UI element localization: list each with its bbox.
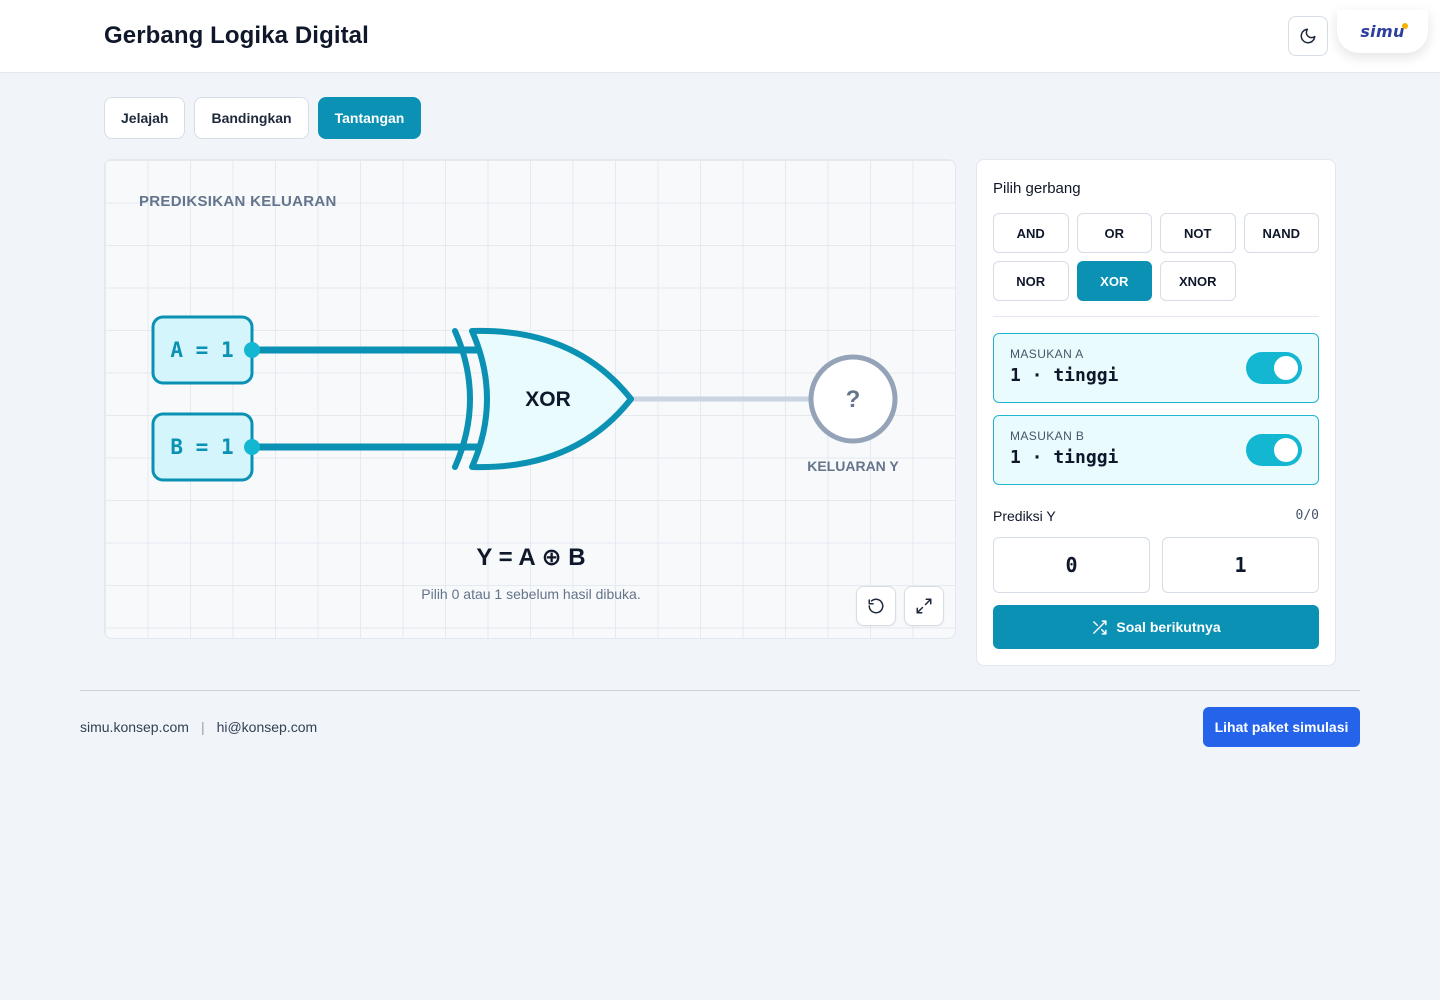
input-a-card-label: MASUKAN A — [1010, 347, 1084, 361]
footer-separator: | — [200, 719, 205, 735]
formula: Y = A ⊕ B — [476, 544, 586, 571]
panel-divider — [993, 316, 1319, 317]
tab-jelajah[interactable]: Jelajah — [104, 97, 186, 139]
prediction-label: Prediksi Y — [993, 508, 1056, 524]
mode-tabs: Jelajah Bandingkan Tantangan — [104, 97, 422, 139]
hint-text: Pilih 0 atau 1 sebelum hasil dibuka. — [421, 586, 641, 602]
output-symbol: ? — [846, 386, 861, 413]
input-a-card-value: 1 · tinggi — [1010, 365, 1119, 386]
theme-toggle-button[interactable] — [1288, 16, 1328, 56]
toggle-knob — [1274, 356, 1298, 380]
gate-label: XOR — [525, 388, 571, 411]
next-question-button[interactable]: Soal berikutnya — [993, 605, 1319, 649]
brand-logo[interactable]: simu — [1337, 10, 1428, 53]
input-a-toggle[interactable] — [1246, 352, 1302, 384]
moon-icon — [1300, 28, 1316, 44]
output-node: ? — [808, 354, 898, 444]
gate-button-or[interactable]: OR — [1076, 213, 1152, 253]
control-panel: Pilih gerbang AND OR NOT NAND NOR XOR XN… — [976, 159, 1336, 666]
toggle-knob — [1274, 438, 1298, 462]
prediction-score: 0/0 — [1295, 508, 1319, 523]
gate-button-nor[interactable]: NOR — [993, 261, 1069, 301]
reset-icon — [868, 598, 884, 614]
panel-title: Pilih gerbang — [993, 180, 1081, 197]
footer-divider — [80, 690, 1360, 691]
footer-email-link[interactable]: hi@konsep.com — [217, 719, 318, 735]
input-b-label: B = 1 — [170, 435, 233, 459]
input-b-port — [244, 439, 260, 455]
input-a-card: MASUKAN A 1 · tinggi — [993, 333, 1319, 403]
tab-tantangan[interactable]: Tantangan — [317, 97, 422, 139]
gate-selector: AND OR NOT NAND NOR XOR XNOR — [993, 213, 1319, 301]
input-b-card-value: 1 · tinggi — [1010, 447, 1119, 468]
input-a-port — [244, 342, 260, 358]
input-b-node[interactable]: B = 1 — [151, 412, 254, 482]
logo-text: simu — [1360, 22, 1405, 41]
gate-button-not[interactable]: NOT — [1160, 213, 1236, 253]
gate-button-xnor[interactable]: XNOR — [1160, 261, 1236, 301]
fullscreen-button[interactable] — [904, 586, 944, 626]
expand-icon — [916, 598, 932, 614]
gate-button-xor[interactable]: XOR — [1076, 261, 1152, 301]
predict-zero-button[interactable]: 0 — [993, 537, 1150, 593]
input-b-toggle[interactable] — [1246, 434, 1302, 466]
output-label: KELUARAN Y — [807, 458, 899, 474]
footer-links: simu.konsep.com | hi@konsep.com — [80, 719, 317, 735]
gate-button-nand[interactable]: NAND — [1243, 213, 1319, 253]
shuffle-icon — [1093, 619, 1107, 635]
tab-bandingkan[interactable]: Bandingkan — [194, 97, 309, 139]
next-question-label: Soal berikutnya — [1116, 619, 1221, 635]
view-packages-button[interactable]: Lihat paket simulasi — [1203, 707, 1360, 747]
input-a-node[interactable]: A = 1 — [151, 315, 254, 385]
xor-gate[interactable]: XOR — [452, 327, 634, 471]
input-b-card-label: MASUKAN B — [1010, 429, 1085, 443]
footer-site-link[interactable]: simu.konsep.com — [80, 719, 189, 735]
app-header: Gerbang Logika Digital simu — [0, 0, 1440, 73]
logo-dot — [1402, 23, 1408, 29]
input-b-card: MASUKAN B 1 · tinggi — [993, 415, 1319, 485]
page-title: Gerbang Logika Digital — [104, 22, 369, 49]
reset-button[interactable] — [856, 586, 896, 626]
input-a-label: A = 1 — [170, 338, 233, 362]
predict-one-button[interactable]: 1 — [1162, 537, 1319, 593]
circuit-canvas: PREDIKSIKAN KELUARAN A = 1 B = 1 XOR ? K — [104, 159, 956, 639]
gate-button-and[interactable]: AND — [993, 213, 1069, 253]
